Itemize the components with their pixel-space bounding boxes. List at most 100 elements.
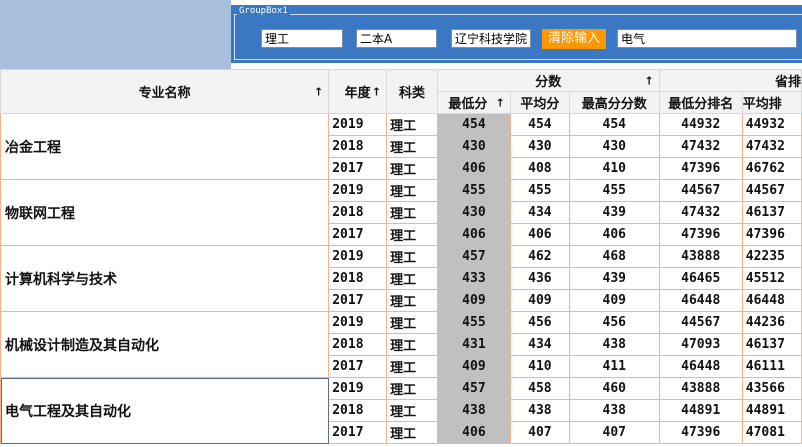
- clear-input-button[interactable]: 清除输入: [542, 29, 606, 49]
- avg-score-cell[interactable]: 434: [509, 333, 570, 356]
- header-avg-score[interactable]: 平均分: [509, 91, 570, 114]
- min-score-cell[interactable]: 457: [436, 377, 511, 400]
- avg-rank-cell[interactable]: 46137: [741, 201, 802, 224]
- school-input[interactable]: 辽宁科技学院: [451, 29, 531, 48]
- max-score-cell[interactable]: 460: [568, 377, 660, 400]
- avg-rank-cell[interactable]: 46448: [741, 289, 802, 312]
- min-rank-cell[interactable]: 44932: [658, 113, 743, 136]
- avg-rank-cell[interactable]: 44891: [741, 399, 802, 422]
- year-cell[interactable]: 2019: [328, 245, 388, 268]
- batch-input[interactable]: 二本A: [356, 29, 437, 48]
- min-score-cell[interactable]: 430: [436, 135, 511, 158]
- header-rank-group[interactable]: 省排: [658, 69, 802, 92]
- header-min-rank[interactable]: 最低分排名: [658, 91, 743, 114]
- year-cell[interactable]: 2019: [328, 377, 388, 400]
- min-score-cell[interactable]: 455: [436, 311, 511, 334]
- avg-score-cell[interactable]: 407: [509, 421, 570, 444]
- year-cell[interactable]: 2018: [328, 135, 388, 158]
- year-cell[interactable]: 2018: [328, 333, 388, 356]
- min-score-cell[interactable]: 433: [436, 267, 511, 290]
- min-rank-cell[interactable]: 46448: [658, 355, 743, 378]
- kelei-cell[interactable]: 理工: [386, 289, 438, 312]
- avg-score-cell[interactable]: 458: [509, 377, 570, 400]
- avg-rank-cell[interactable]: 46111: [741, 355, 802, 378]
- kelei-cell[interactable]: 理工: [386, 421, 438, 444]
- avg-score-cell[interactable]: 408: [509, 157, 570, 180]
- major-name-cell[interactable]: 物联网工程: [0, 179, 330, 246]
- avg-score-cell[interactable]: 454: [509, 113, 570, 136]
- min-rank-cell[interactable]: 47093: [658, 333, 743, 356]
- max-score-cell[interactable]: 468: [568, 245, 660, 268]
- header-kelei[interactable]: 科类: [386, 69, 438, 114]
- header-year[interactable]: 年度 ↑: [328, 69, 388, 114]
- min-rank-cell[interactable]: 47396: [658, 223, 743, 246]
- avg-rank-cell[interactable]: 42235: [741, 245, 802, 268]
- max-score-cell[interactable]: 438: [568, 333, 660, 356]
- avg-score-cell[interactable]: 430: [509, 135, 570, 158]
- year-cell[interactable]: 2019: [328, 113, 388, 136]
- avg-rank-cell[interactable]: 43566: [741, 377, 802, 400]
- major-name-cell[interactable]: 电气工程及其自动化: [0, 377, 330, 444]
- avg-rank-cell[interactable]: 47432: [741, 135, 802, 158]
- avg-score-cell[interactable]: 436: [509, 267, 570, 290]
- kelei-cell[interactable]: 理工: [386, 267, 438, 290]
- kelei-cell[interactable]: 理工: [386, 201, 438, 224]
- min-score-cell[interactable]: 406: [436, 157, 511, 180]
- table-row[interactable]: 物联网工程 2019 理工 455 455 455 44567 44567: [0, 179, 802, 246]
- min-rank-cell[interactable]: 43888: [658, 377, 743, 400]
- header-major[interactable]: 专业名称 ↑: [0, 69, 330, 114]
- kelei-cell[interactable]: 理工: [386, 157, 438, 180]
- major-name-cell[interactable]: 机械设计制造及其自动化: [0, 311, 330, 378]
- max-score-cell[interactable]: 407: [568, 421, 660, 444]
- max-score-cell[interactable]: 411: [568, 355, 660, 378]
- kelei-cell[interactable]: 理工: [386, 135, 438, 158]
- min-rank-cell[interactable]: 44567: [658, 311, 743, 334]
- avg-score-cell[interactable]: 438: [509, 399, 570, 422]
- min-rank-cell[interactable]: 44567: [658, 179, 743, 202]
- avg-rank-cell[interactable]: 44932: [741, 113, 802, 136]
- header-min-score[interactable]: 最低分 ↑: [436, 91, 511, 114]
- avg-rank-cell[interactable]: 44567: [741, 179, 802, 202]
- year-cell[interactable]: 2017: [328, 157, 388, 180]
- year-cell[interactable]: 2019: [328, 311, 388, 334]
- min-score-cell[interactable]: 409: [436, 289, 511, 312]
- max-score-cell[interactable]: 439: [568, 201, 660, 224]
- min-rank-cell[interactable]: 47432: [658, 135, 743, 158]
- major-filter-input[interactable]: 电气: [617, 29, 797, 48]
- max-score-cell[interactable]: 410: [568, 157, 660, 180]
- min-rank-cell[interactable]: 47432: [658, 201, 743, 224]
- header-score-group[interactable]: 分数 ↑: [436, 69, 660, 92]
- header-max-score[interactable]: 最高分分数: [568, 91, 660, 114]
- min-rank-cell[interactable]: 46448: [658, 289, 743, 312]
- kelei-cell[interactable]: 理工: [386, 311, 438, 334]
- kelei-cell[interactable]: 理工: [386, 333, 438, 356]
- avg-rank-cell[interactable]: 44236: [741, 311, 802, 334]
- max-score-cell[interactable]: 430: [568, 135, 660, 158]
- avg-rank-cell[interactable]: 47396: [741, 223, 802, 246]
- year-cell[interactable]: 2017: [328, 355, 388, 378]
- min-rank-cell[interactable]: 46465: [658, 267, 743, 290]
- min-rank-cell[interactable]: 43888: [658, 245, 743, 268]
- kelei-cell[interactable]: 理工: [386, 179, 438, 202]
- min-rank-cell[interactable]: 44891: [658, 399, 743, 422]
- avg-rank-cell[interactable]: 46762: [741, 157, 802, 180]
- max-score-cell[interactable]: 439: [568, 267, 660, 290]
- min-score-cell[interactable]: 431: [436, 333, 511, 356]
- avg-score-cell[interactable]: 434: [509, 201, 570, 224]
- avg-score-cell[interactable]: 462: [509, 245, 570, 268]
- min-score-cell[interactable]: 406: [436, 421, 511, 444]
- major-name-cell[interactable]: 计算机科学与技术: [0, 245, 330, 312]
- min-score-cell[interactable]: 409: [436, 355, 511, 378]
- year-cell[interactable]: 2018: [328, 267, 388, 290]
- min-score-cell[interactable]: 438: [436, 399, 511, 422]
- max-score-cell[interactable]: 455: [568, 179, 660, 202]
- min-score-cell[interactable]: 455: [436, 179, 511, 202]
- min-score-cell[interactable]: 454: [436, 113, 511, 136]
- header-avg-rank[interactable]: 平均排: [741, 91, 802, 114]
- max-score-cell[interactable]: 454: [568, 113, 660, 136]
- avg-score-cell[interactable]: 455: [509, 179, 570, 202]
- max-score-cell[interactable]: 409: [568, 289, 660, 312]
- avg-rank-cell[interactable]: 47081: [741, 421, 802, 444]
- year-cell[interactable]: 2019: [328, 179, 388, 202]
- kelei-cell[interactable]: 理工: [386, 399, 438, 422]
